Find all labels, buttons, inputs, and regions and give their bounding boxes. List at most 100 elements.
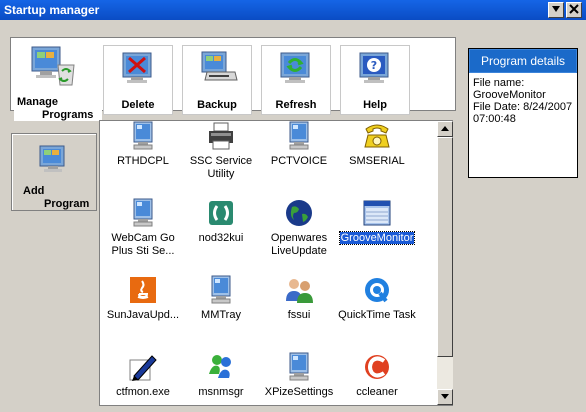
program-name-text: msnmsgr: [198, 386, 244, 398]
file-name-label: File name:: [473, 77, 525, 89]
monitor-icon: [128, 198, 158, 228]
help-button[interactable]: ? Help: [340, 45, 410, 115]
backup-label: Backup: [197, 99, 237, 111]
program-name-text: MMTray: [201, 309, 241, 321]
chevron-down-icon: [551, 4, 561, 16]
program-name-text: SunJavaUpd...: [106, 309, 180, 321]
program-name: SSC Service Utility: [182, 155, 260, 181]
delete-button[interactable]: Delete: [103, 45, 173, 115]
program-name-text: RTHDCPL: [117, 155, 169, 167]
arrow-down-icon: [441, 393, 449, 401]
close-icon: [569, 3, 579, 17]
telephone-icon: [362, 121, 392, 151]
java-icon: [128, 275, 158, 305]
program-name-text: fssui: [287, 309, 311, 321]
program-item[interactable]: XPizeSettings: [260, 352, 338, 405]
program-item[interactable]: WebCam Go Plus Sti Se...: [104, 198, 182, 264]
window-icon: [362, 198, 392, 228]
program-name: SunJavaUpd...: [104, 309, 182, 322]
monitor-icon: [128, 121, 158, 151]
programs-list: RTHDCPL SSC Service Utility PCTVOICE SMSERI…: [99, 120, 453, 406]
file-name-value: GrooveMonitor: [473, 89, 546, 101]
program-name-text: XPizeSettings: [264, 386, 334, 398]
program-name: ccleaner: [338, 386, 416, 399]
program-name: SMSERIAL: [338, 155, 416, 168]
program-name-text: SMSERIAL: [349, 155, 405, 167]
program-item[interactable]: SSC Service Utility: [182, 121, 260, 187]
backup-button[interactable]: Backup: [182, 45, 252, 115]
msn-icon: [206, 352, 236, 382]
program-name: Openwares LiveUpdate: [260, 232, 338, 258]
program-name: XPizeSettings: [260, 386, 338, 399]
program-name: nod32kui: [182, 232, 260, 245]
program-name-text: QuickTime Task: [338, 309, 416, 321]
monitor-icon: [284, 121, 314, 151]
program-item[interactable]: msnmsgr: [182, 352, 260, 405]
window-title: Startup manager: [4, 3, 100, 17]
program-name-text: nod32kui: [198, 232, 244, 244]
program-item[interactable]: PCTVOICE: [260, 121, 338, 187]
scroll-thumb[interactable]: [437, 137, 453, 357]
monitor-recycle-icon: [28, 45, 78, 94]
program-name: WebCam Go Plus Sti Se...: [104, 232, 182, 258]
manage-programs-label-2: Programs: [42, 109, 94, 121]
program-item[interactable]: nod32kui: [182, 198, 260, 264]
scroll-up-button[interactable]: [437, 121, 453, 137]
program-name: msnmsgr: [182, 386, 260, 399]
program-name-text: ccleaner: [356, 386, 398, 398]
globe-icon: [284, 198, 314, 228]
program-item[interactable]: SMSERIAL: [338, 121, 416, 187]
program-name: RTHDCPL: [104, 155, 182, 168]
monitor-icon: [206, 275, 236, 305]
refresh-icon: [278, 50, 314, 86]
program-name: MMTray: [182, 309, 260, 322]
program-name-text: ctfmon.exe: [116, 386, 170, 398]
program-details-body: File name: GrooveMonitor File Date: 8/24…: [469, 73, 577, 129]
delete-icon: [120, 50, 156, 86]
program-item[interactable]: ctfmon.exe: [104, 352, 182, 405]
program-item[interactable]: QuickTime Task: [338, 275, 416, 341]
quicktime-icon: [362, 275, 392, 305]
program-name: ctfmon.exe: [104, 386, 182, 399]
program-name-text: GrooveMonitor: [338, 231, 416, 245]
program-item[interactable]: ccleaner: [338, 352, 416, 405]
file-date: File Date: 8/24/2007: [473, 101, 573, 113]
vertical-scrollbar[interactable]: [437, 121, 453, 405]
program-item[interactable]: fssui: [260, 275, 338, 341]
monitor-icon: [284, 352, 314, 382]
pen-icon: [128, 352, 158, 382]
program-details-header: Program details: [469, 49, 577, 73]
program-name-text: PCTVOICE: [270, 155, 328, 167]
svg-text:?: ?: [371, 59, 377, 72]
program-name: QuickTime Task: [338, 309, 416, 322]
help-label: Help: [363, 99, 387, 111]
program-item[interactable]: RTHDCPL: [104, 121, 182, 187]
add-program-label-2: Program: [44, 198, 90, 210]
close-button[interactable]: [566, 2, 582, 18]
arrow-up-icon: [441, 125, 449, 133]
title-bar: Startup manager: [0, 0, 586, 20]
program-item[interactable]: GrooveMonitor: [338, 198, 416, 264]
program-item[interactable]: SunJavaUpd...: [104, 275, 182, 341]
monitor-icon: [38, 144, 68, 177]
program-name-text: Openwares LiveUpdate: [270, 232, 328, 257]
program-name-text: WebCam Go Plus Sti Se...: [111, 232, 175, 257]
program-name-text: SSC Service Utility: [189, 155, 253, 180]
delete-label: Delete: [121, 99, 155, 111]
manage-programs-label-1: Manage: [17, 96, 58, 108]
file-time: 07:00:48: [473, 113, 516, 125]
program-name: fssui: [260, 309, 338, 322]
add-program-label-1: Add: [23, 185, 45, 197]
help-icon: ?: [357, 50, 393, 86]
program-item[interactable]: Openwares LiveUpdate: [260, 198, 338, 264]
program-name: GrooveMonitor: [338, 231, 416, 245]
nod32-icon: [206, 198, 236, 228]
program-item[interactable]: MMTray: [182, 275, 260, 341]
program-details-panel: Program details File name: GrooveMonitor…: [468, 48, 578, 178]
scroll-down-button[interactable]: [437, 389, 453, 405]
refresh-button[interactable]: Refresh: [261, 45, 331, 115]
backup-icon: [199, 50, 239, 86]
dropdown-button[interactable]: [548, 2, 564, 18]
printer-icon: [206, 121, 236, 151]
programs-grid: RTHDCPL SSC Service Utility PCTVOICE SMSERI…: [100, 121, 436, 405]
